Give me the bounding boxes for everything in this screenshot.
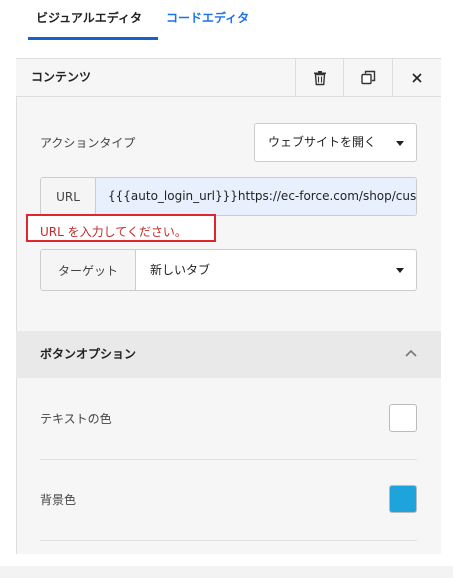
url-input-group: URL {{{auto_login_url}}}https://ec-force…	[40, 177, 417, 216]
target-addon: ターゲット	[41, 250, 136, 290]
bottom-bar	[0, 566, 453, 578]
panel-header: コンテンツ	[16, 58, 441, 97]
close-icon	[412, 72, 422, 83]
target-value: 新しいタブ	[150, 263, 211, 277]
delete-button[interactable]	[295, 59, 344, 96]
chevron-down-icon	[396, 140, 404, 146]
text-color-swatch[interactable]	[389, 404, 417, 432]
tab-visual-editor-label: ビジュアルエディタ	[36, 11, 142, 25]
bg-color-swatch[interactable]	[389, 485, 417, 513]
panel-title: コンテンツ	[31, 70, 92, 84]
action-type-value: ウェブサイトを開く	[268, 135, 377, 149]
chevron-down-icon	[396, 268, 404, 273]
tab-visual-editor[interactable]: ビジュアルエディタ	[28, 0, 158, 40]
text-color-label: テキストの色	[40, 412, 112, 426]
divider	[40, 540, 417, 541]
bg-color-label: 背景色	[40, 493, 77, 507]
active-tab-indicator	[28, 37, 158, 40]
trash-icon	[314, 70, 326, 85]
url-input[interactable]: {{{auto_login_url}}}https://ec-force.com…	[96, 178, 416, 215]
url-addon: URL	[41, 178, 96, 215]
url-error-message: URL を入力してください。	[40, 225, 187, 239]
tab-code-editor-label: コードエディタ	[166, 11, 250, 25]
copy-icon	[360, 70, 375, 85]
duplicate-button[interactable]	[343, 59, 392, 96]
tab-code-editor[interactable]: コードエディタ	[166, 0, 249, 40]
button-options-header[interactable]: ボタンオプション	[16, 331, 441, 378]
action-type-label: アクションタイプ	[40, 136, 136, 150]
chevron-up-icon	[405, 349, 417, 357]
target-select[interactable]: 新しいタブ	[136, 250, 416, 290]
close-button[interactable]	[392, 59, 441, 96]
action-type-select[interactable]: ウェブサイトを開く	[254, 123, 417, 162]
target-input-group: ターゲット 新しいタブ	[40, 249, 417, 291]
button-options-title: ボタンオプション	[40, 347, 137, 361]
divider	[40, 459, 417, 460]
